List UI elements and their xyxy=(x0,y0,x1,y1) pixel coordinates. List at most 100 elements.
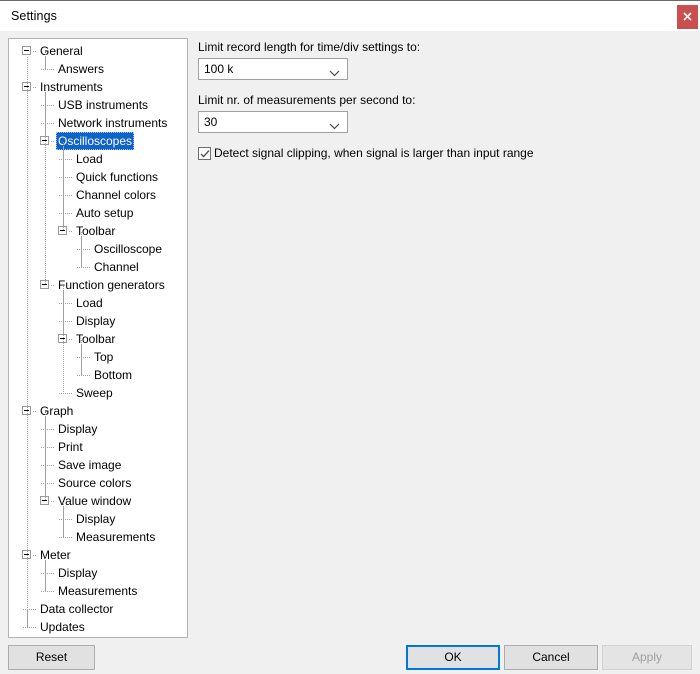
tree-item-toolbar[interactable]: Toolbar xyxy=(9,330,187,348)
tree-item-label: Load xyxy=(76,296,103,310)
tree-item-label: Save image xyxy=(58,458,122,472)
tree-guide-line xyxy=(63,291,64,393)
cancel-button[interactable]: Cancel xyxy=(504,645,598,670)
tree-item-label: Graph xyxy=(40,404,74,418)
tree-guide-line xyxy=(45,561,46,591)
tree-guide-line xyxy=(59,303,73,304)
tree-guide-line xyxy=(77,249,91,250)
tree-guide-line xyxy=(41,465,55,466)
tree-guide-line xyxy=(51,501,55,502)
record-length-label: Limit record length for time/div setting… xyxy=(198,40,421,54)
tree-guide-line xyxy=(59,177,73,178)
tree-item-label: Meter xyxy=(40,548,71,562)
tree-item-load[interactable]: Load xyxy=(9,294,187,312)
tree-guide-line xyxy=(41,429,55,430)
tree-item-toolbar[interactable]: Toolbar xyxy=(9,222,187,240)
tree-guide-line xyxy=(69,339,73,340)
close-icon xyxy=(683,12,692,21)
tree-item-display[interactable]: Display xyxy=(9,510,187,528)
tree-item-label: Load xyxy=(76,152,103,166)
tree-item-label: Source colors xyxy=(58,476,132,490)
tree-item-answers[interactable]: Answers xyxy=(9,60,187,78)
tree-item-oscilloscopes[interactable]: Oscilloscopes xyxy=(9,132,187,150)
tree-item-load[interactable]: Load xyxy=(9,150,187,168)
measurements-rate-label: Limit nr. of measurements per second to: xyxy=(198,93,416,107)
tree-guide-line xyxy=(59,519,73,520)
tree-item-label: Oscilloscopes xyxy=(56,132,135,150)
tree-guide-line xyxy=(59,159,73,160)
close-button[interactable] xyxy=(677,5,698,29)
apply-button: Apply xyxy=(602,645,692,670)
tree-item-network-instruments[interactable]: Network instruments xyxy=(9,114,187,132)
tree-item-label: Top xyxy=(94,350,114,364)
measurements-rate-dropdown[interactable]: 30 xyxy=(198,111,348,133)
tree-item-label: Display xyxy=(76,512,116,526)
tree-item-quick-functions[interactable]: Quick functions xyxy=(9,168,187,186)
window-title: Settings xyxy=(11,9,57,23)
tree-guide-line xyxy=(51,285,55,286)
tree-guide-line xyxy=(59,213,73,214)
tree-guide-line xyxy=(41,483,55,484)
tree-item-display[interactable]: Display xyxy=(9,312,187,330)
tree-item-label: Display xyxy=(58,422,98,436)
tree-item-label: Display xyxy=(76,314,116,328)
tree-item-value-window[interactable]: Value window xyxy=(9,492,187,510)
record-length-value: 100 k xyxy=(204,62,234,76)
tree-item-usb-instruments[interactable]: USB instruments xyxy=(9,96,187,114)
tree-guide-line xyxy=(41,69,55,70)
tree-expander-collapse-icon[interactable] xyxy=(22,46,31,55)
tree-guide-line xyxy=(41,123,55,124)
tree-item-channel-colors[interactable]: Channel colors xyxy=(9,186,187,204)
record-length-dropdown[interactable]: 100 k xyxy=(198,58,348,80)
tree-item-channel[interactable]: Channel xyxy=(9,258,187,276)
title-bar: Settings xyxy=(0,0,700,31)
tree-guide-line xyxy=(59,393,73,394)
tree-item-label: Network instruments xyxy=(58,116,168,130)
tree-item-auto-setup[interactable]: Auto setup xyxy=(9,204,187,222)
tree-guide-line xyxy=(45,57,46,69)
tree-item-print[interactable]: Print xyxy=(9,438,187,456)
checkmark-icon xyxy=(200,150,210,158)
settings-tree[interactable]: General Answers Instruments USB instruments… xyxy=(8,38,188,638)
tree-guide-line xyxy=(45,417,46,501)
tree-guide-line xyxy=(77,357,91,358)
tree-item-source-colors[interactable]: Source colors xyxy=(9,474,187,492)
tree-item-label: USB instruments xyxy=(58,98,149,112)
tree-guide-line xyxy=(33,87,37,88)
tree-item-label: Oscilloscope xyxy=(94,242,163,256)
tree-guide-line xyxy=(41,591,55,592)
tree-guide-line xyxy=(59,195,73,196)
tree-item-display[interactable]: Display xyxy=(9,420,187,438)
tree-item-measurements[interactable]: Measurements xyxy=(9,528,187,546)
tree-item-display[interactable]: Display xyxy=(9,564,187,582)
detect-clipping-checkbox[interactable] xyxy=(198,147,211,160)
tree-guide-line xyxy=(23,627,37,628)
tree-guide-line xyxy=(33,51,37,52)
tree-item-label: Measurements xyxy=(76,530,156,544)
tree-item-label: Instruments xyxy=(40,80,103,94)
tree-item-label: Measurements xyxy=(58,584,138,598)
reset-button[interactable]: Reset xyxy=(8,645,95,670)
tree-item-top[interactable]: Top xyxy=(9,348,187,366)
tree-item-save-image[interactable]: Save image xyxy=(9,456,187,474)
detect-clipping-row[interactable]: Detect signal clipping, when signal is l… xyxy=(198,146,688,161)
tree-item-sweep[interactable]: Sweep xyxy=(9,384,187,402)
chevron-down-icon xyxy=(329,66,340,80)
tree-item-label: Channel colors xyxy=(76,188,157,202)
tree-item-measurements[interactable]: Measurements xyxy=(9,582,187,600)
tree-item-oscilloscope[interactable]: Oscilloscope xyxy=(9,240,187,258)
tree-guide-line xyxy=(23,609,37,610)
tree-guide-line xyxy=(59,321,73,322)
tree-item-label: Data collector xyxy=(40,602,114,616)
tree-guide-line xyxy=(51,141,55,142)
tree-item-label: Bottom xyxy=(94,368,133,382)
tree-item-label: Updates xyxy=(40,620,85,634)
tree-guide-line xyxy=(45,93,46,285)
tree-item-label: Function generators xyxy=(58,278,165,292)
tree-item-function-generators[interactable]: Function generators xyxy=(9,276,187,294)
tree-guide-line xyxy=(27,57,28,627)
tree-guide-line xyxy=(77,267,91,268)
tree-guide-line xyxy=(33,555,37,556)
ok-button[interactable]: OK xyxy=(406,645,500,670)
tree-item-bottom[interactable]: Bottom xyxy=(9,366,187,384)
